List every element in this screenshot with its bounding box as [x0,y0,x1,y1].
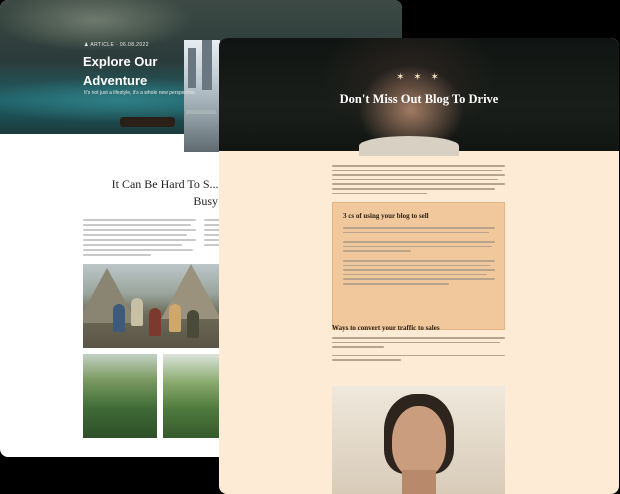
convert-traffic-text [332,337,505,364]
portrait-shoulder [359,136,459,156]
convert-traffic-heading: Ways to convert your traffic to sales [332,324,440,332]
meadow-photo [163,354,219,438]
back-article-meta: ♟ ARTICLE · 06.08.2022 [84,42,149,48]
callout-title: 3 cs of using your blog to sell [343,212,429,220]
portrait-photo [332,386,505,494]
three-cs-callout-box: 3 cs of using your blog to sell [332,202,505,330]
intro-paragraph [332,165,505,197]
mountain-trail-photo [83,354,157,438]
back-hero-title: Explore Our Adventure [83,54,158,88]
back-hero-subtitle: It's not just a lifestyle, it's a whole … [84,90,197,96]
boat-shape [120,117,175,127]
ornament-stars: ✶ ✶ ✶ [396,72,442,83]
front-hero-title: Don't Miss Out Blog To Drive [339,92,499,106]
back-body-text-left [83,219,196,259]
front-page-card: ✶ ✶ ✶ Don't Miss Out Blog To Drive 3 cs … [219,38,619,494]
hikers-group-photo [83,264,219,348]
callout-body [343,227,495,288]
